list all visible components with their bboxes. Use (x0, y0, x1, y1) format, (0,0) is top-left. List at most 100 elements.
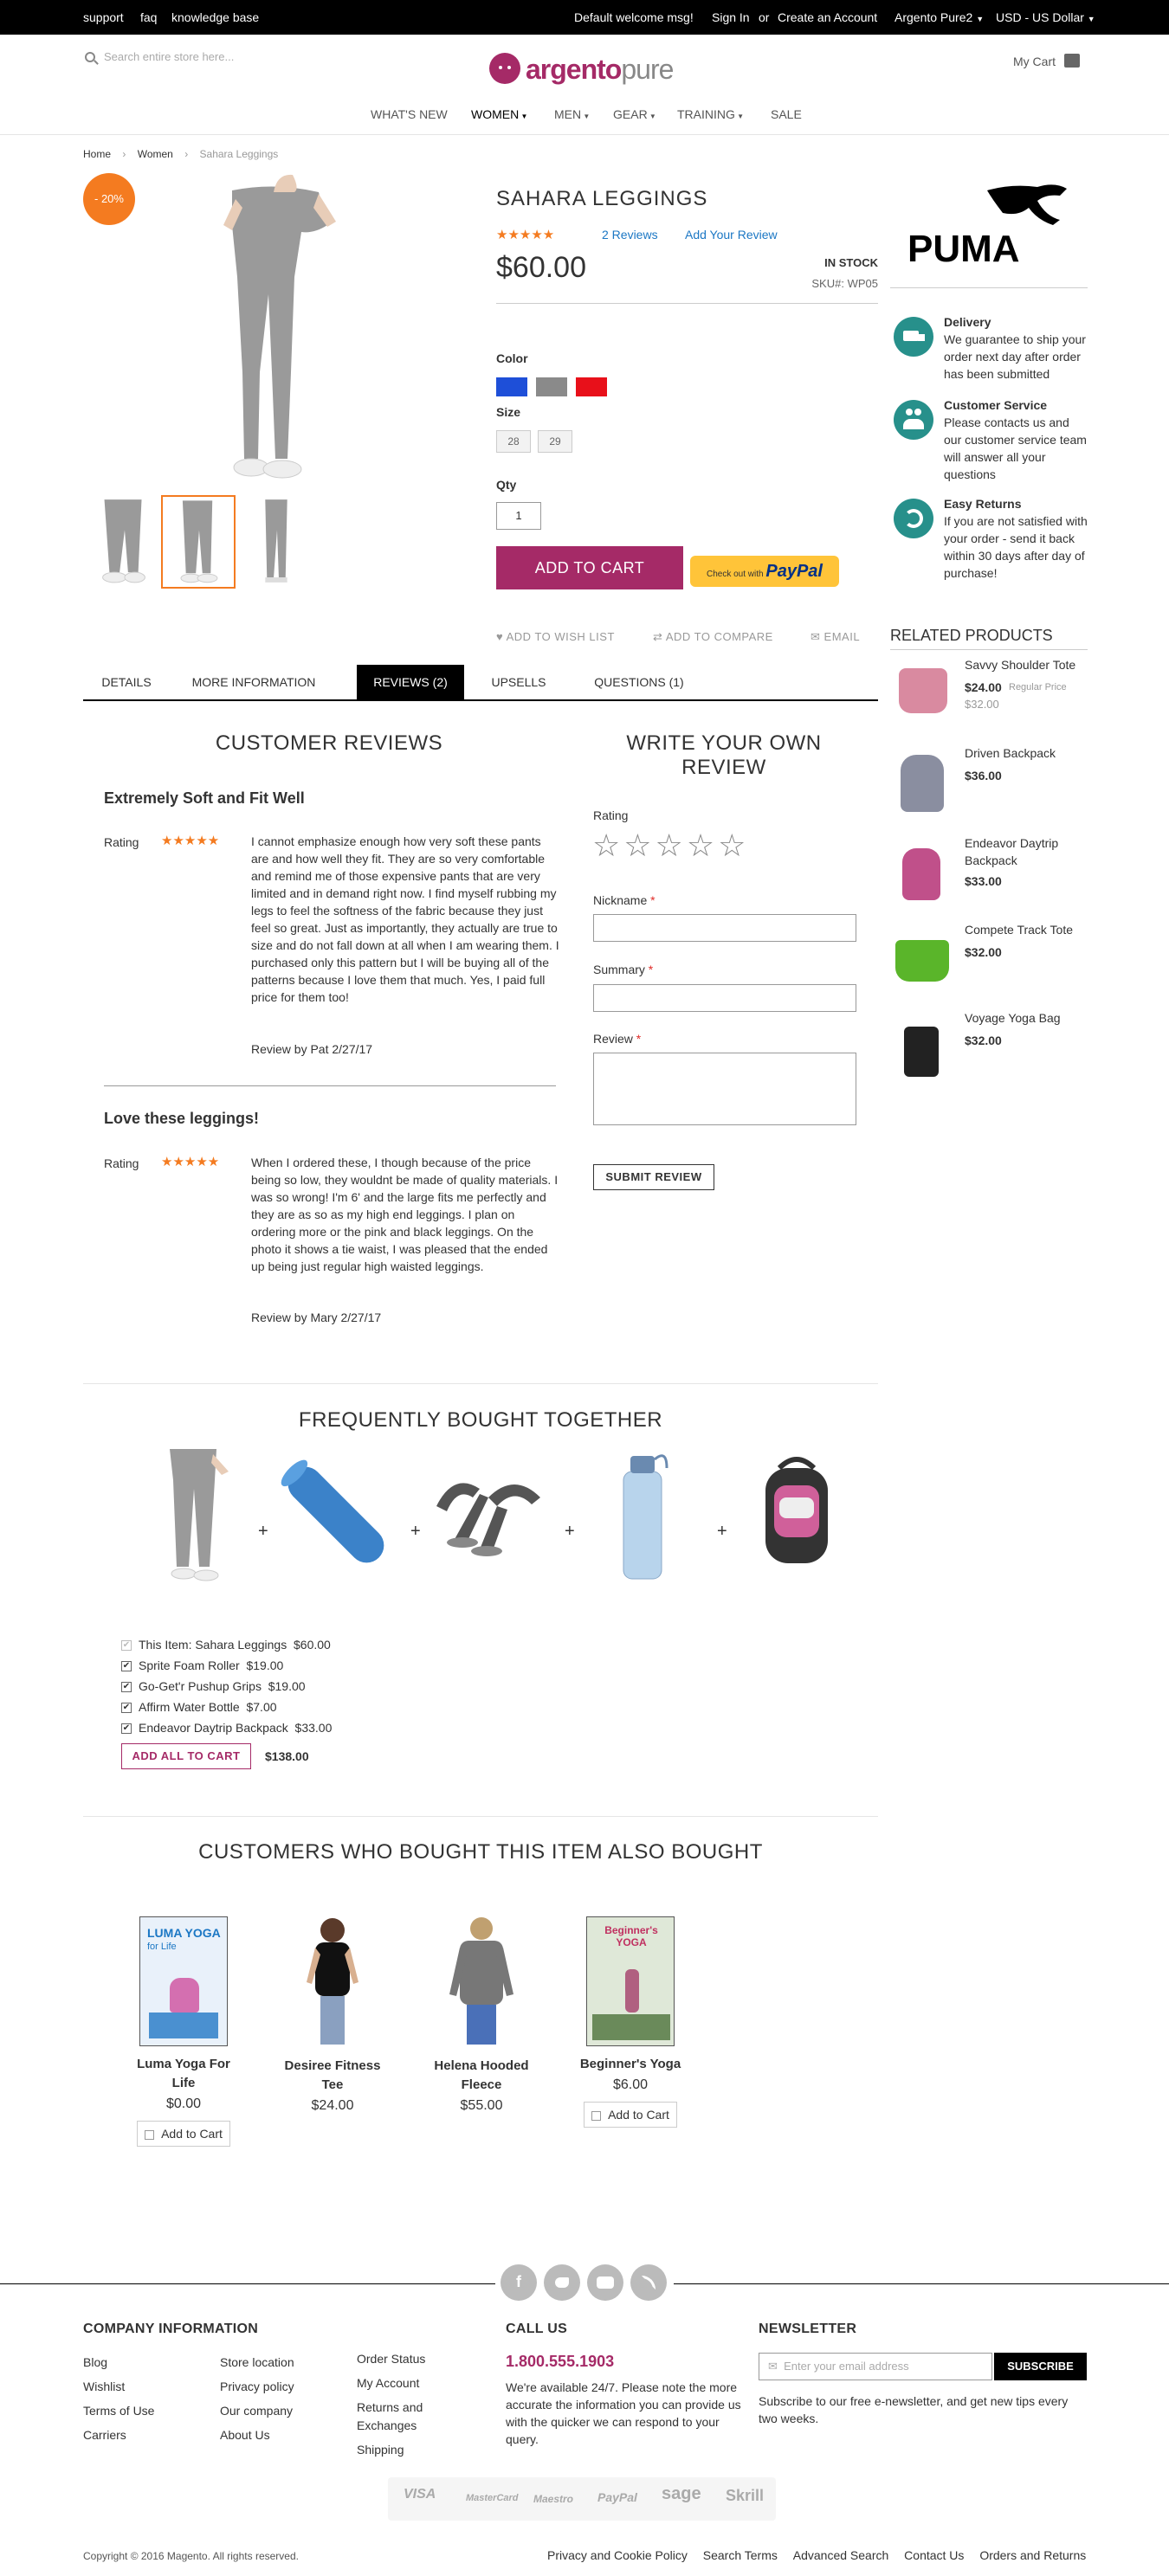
product-main-image[interactable] (197, 173, 388, 493)
footer-link[interactable]: About Us (220, 2423, 294, 2447)
breadcrumb-women[interactable]: Women (138, 148, 173, 160)
footer-link[interactable]: My Account (357, 2374, 425, 2392)
size-option-29[interactable]: 29 (538, 430, 572, 453)
fbt-checkbox[interactable]: ✔ (121, 1682, 132, 1693)
fbt-name[interactable]: Endeavor Daytrip Backpack (139, 1721, 288, 1735)
sign-in-link[interactable]: Sign In (712, 10, 750, 24)
nav-sale[interactable]: SALE (771, 107, 802, 121)
currency-switcher[interactable]: USD - US Dollar ▼ (996, 10, 1095, 24)
nav-men[interactable]: MEN ▼ (554, 107, 590, 121)
nav-gear[interactable]: GEAR ▼ (613, 107, 656, 121)
footer-link[interactable]: Blog (83, 2350, 154, 2374)
support-link[interactable]: support (83, 10, 124, 24)
product-image[interactable] (901, 755, 944, 812)
footer-link[interactable]: Shipping (357, 2441, 425, 2459)
nickname-field[interactable] (593, 914, 856, 942)
rss-icon[interactable] (630, 2264, 667, 2301)
wishlist-link[interactable]: ♥ ADD TO WISH LIST (496, 630, 615, 643)
footer-bottom-link[interactable]: Advanced Search (793, 2548, 889, 2562)
fbt-name[interactable]: Sprite Foam Roller (139, 1658, 240, 1672)
email-link[interactable]: ✉ EMAIL (811, 630, 860, 644)
footer-link[interactable]: Our company (220, 2399, 294, 2423)
submit-review-button[interactable]: SUBMIT REVIEW (593, 1164, 714, 1190)
create-account-link[interactable]: Create an Account (778, 10, 877, 24)
product-name[interactable]: Desiree Fitness Tee (272, 2057, 393, 2095)
thumbnail-2[interactable] (161, 495, 236, 589)
footer-link[interactable]: Privacy policy (220, 2374, 294, 2399)
related-item[interactable]: Endeavor Daytrip Backpack $33.00 (890, 834, 1081, 904)
summary-field[interactable] (593, 984, 856, 1012)
paypal-checkout-button[interactable]: Check out with PayPal (690, 556, 839, 587)
related-item[interactable]: Driven Backpack $36.00 (890, 746, 1081, 815)
footer-link[interactable]: Order Status (357, 2350, 425, 2368)
product-name[interactable]: Helena Hooded Fleece (421, 2057, 542, 2095)
add-to-cart-checkbox[interactable]: Add to Cart (584, 2102, 677, 2128)
qty-input[interactable]: 1 (496, 502, 541, 530)
rating-stars-input[interactable]: ☆☆☆☆☆ (592, 828, 749, 864)
compare-link[interactable]: ⇄ ADD TO COMPARE (653, 630, 773, 644)
related-item[interactable]: Voyage Yoga Bag $32.00 (890, 1011, 1081, 1080)
fbt-checkbox[interactable]: ✔ (121, 1723, 132, 1735)
store-switcher[interactable]: Argento Pure2 ▼ (895, 10, 984, 24)
fbt-name[interactable]: Affirm Water Bottle (139, 1700, 240, 1714)
product-image[interactable] (902, 848, 940, 900)
product-image[interactable] (298, 1913, 367, 2048)
nav-women[interactable]: WOMEN ▼ (471, 107, 527, 121)
footer-bottom-link[interactable]: Orders and Returns (979, 2548, 1086, 2562)
logo[interactable]: argentopure (489, 52, 688, 87)
product-image[interactable] (899, 668, 947, 713)
footer-link[interactable]: Carriers (83, 2423, 154, 2447)
product-image[interactable]: Beginner's YOGA (586, 1916, 675, 2046)
breadcrumb-home[interactable]: Home (83, 148, 111, 160)
fbt-item-foam-roller[interactable] (275, 1446, 397, 1584)
add-to-cart-button[interactable]: ADD TO CART (496, 546, 683, 589)
product-image[interactable]: LUMA YOGA for Life (139, 1916, 228, 2046)
related-name[interactable]: Compete Track Tote (965, 923, 1073, 937)
product-image[interactable] (904, 1027, 939, 1077)
reviews-link[interactable]: 2 Reviews (602, 228, 658, 242)
related-item[interactable]: Savvy Shoulder Tote $24.00 Regular Price… (890, 658, 1081, 727)
product-name[interactable]: Luma Yoga For Life (123, 2055, 244, 2093)
product-image[interactable] (895, 940, 949, 982)
faq-link[interactable]: faq (140, 10, 157, 24)
mini-cart[interactable]: My Cart (1013, 54, 1080, 68)
related-name[interactable]: Driven Backpack (965, 746, 1056, 760)
related-name[interactable]: Savvy Shoulder Tote (965, 658, 1075, 672)
newsletter-email-input[interactable]: ✉ Enter your email address (759, 2353, 992, 2380)
tab-more-information[interactable]: MORE INFORMATION (180, 665, 327, 699)
fbt-checkbox[interactable]: ✔ (121, 1703, 132, 1714)
product-image[interactable] (442, 1913, 520, 2048)
nav-whats-new[interactable]: WHAT'S NEW (371, 107, 448, 121)
color-swatch-red[interactable] (576, 377, 607, 396)
tab-reviews[interactable]: REVIEWS (2) (357, 665, 464, 699)
related-item[interactable]: Compete Track Tote $32.00 (890, 923, 1081, 992)
fbt-item-water-bottle[interactable] (582, 1446, 703, 1584)
product-name[interactable]: Beginner's Yoga (570, 2055, 691, 2074)
nav-training[interactable]: TRAINING ▼ (677, 107, 744, 121)
tab-details[interactable]: DETAILS (83, 665, 170, 699)
footer-bottom-link[interactable]: Privacy and Cookie Policy (547, 2548, 688, 2562)
fbt-item-leggings[interactable] (139, 1446, 260, 1584)
subscribe-button[interactable]: SUBSCRIBE (994, 2353, 1087, 2380)
size-option-28[interactable]: 28 (496, 430, 531, 453)
facebook-icon[interactable]: f (501, 2264, 537, 2301)
phone-number[interactable]: 1.800.555.1903 (506, 2353, 614, 2371)
footer-link[interactable]: Wishlist (83, 2374, 154, 2399)
youtube-icon[interactable] (587, 2264, 623, 2301)
thumbnail-3[interactable] (239, 495, 313, 589)
fbt-checkbox[interactable]: ✔ (121, 1661, 132, 1672)
fbt-item-pushup-grips[interactable] (428, 1446, 549, 1584)
thumbnail-1[interactable] (87, 495, 161, 589)
fbt-item-backpack[interactable] (736, 1446, 857, 1584)
color-swatch-blue[interactable] (496, 377, 527, 396)
footer-link[interactable]: Terms of Use (83, 2399, 154, 2423)
review-textarea[interactable] (593, 1053, 856, 1125)
search-box[interactable]: Search entire store here... (85, 50, 275, 73)
color-swatch-gray[interactable] (536, 377, 567, 396)
related-name[interactable]: Voyage Yoga Bag (965, 1011, 1061, 1025)
footer-bottom-link[interactable]: Contact Us (904, 2548, 964, 2562)
fbt-name[interactable]: Go-Get'r Pushup Grips (139, 1679, 262, 1693)
search-input[interactable]: Search entire store here... (104, 50, 234, 63)
related-name[interactable]: Endeavor Daytrip Backpack (965, 834, 1077, 869)
twitter-icon[interactable] (544, 2264, 580, 2301)
